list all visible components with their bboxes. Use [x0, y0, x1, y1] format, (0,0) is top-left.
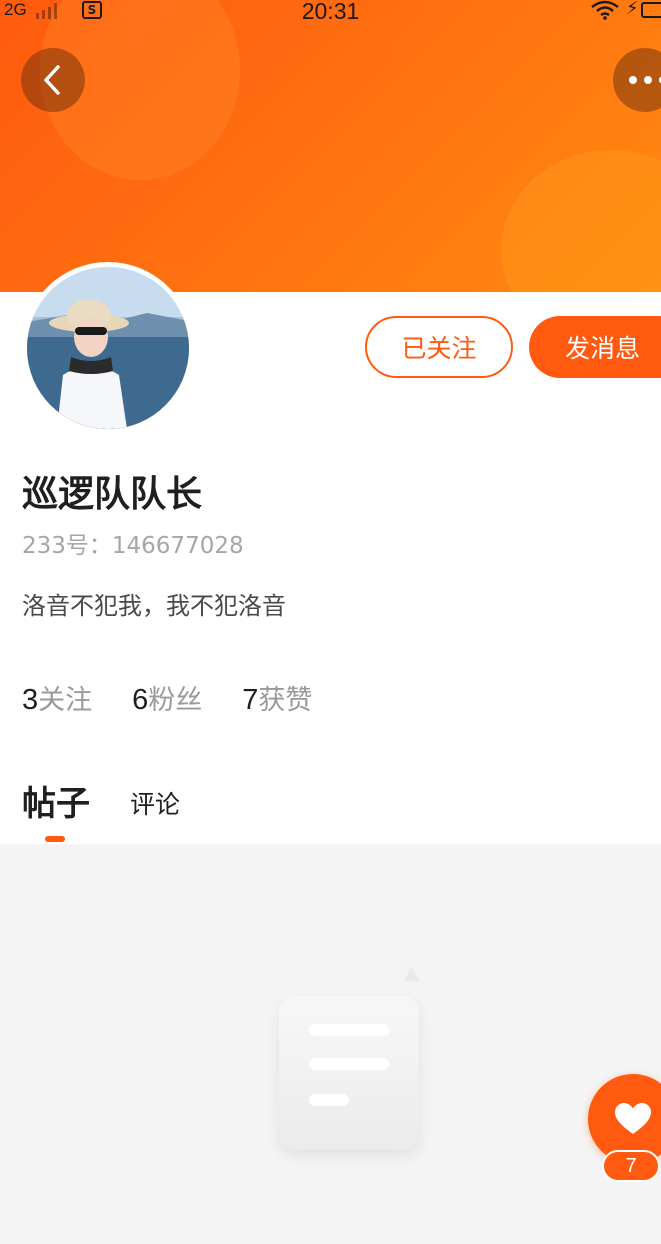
stat-count: 6	[132, 684, 149, 716]
document-icon	[279, 996, 419, 1150]
like-count-badge: 7	[602, 1150, 660, 1182]
stat-label: 关注	[38, 685, 93, 716]
send-message-button[interactable]: 发消息	[529, 316, 661, 378]
sparkle-icon: ▲	[404, 960, 420, 984]
more-horizontal-icon	[629, 76, 661, 84]
profile-tabs: 帖子 评论	[22, 776, 180, 842]
tab-comments[interactable]: 评论	[130, 785, 180, 825]
chevron-left-icon	[44, 65, 60, 95]
stat-fans[interactable]: 6 粉丝	[132, 678, 202, 717]
stat-label: 获赞	[258, 685, 313, 716]
stat-likes[interactable]: 7 获赞	[242, 678, 312, 717]
wifi-icon	[590, 0, 620, 25]
tab-indicator	[45, 836, 65, 842]
back-button[interactable]	[21, 48, 85, 112]
battery-icon	[641, 2, 661, 18]
stat-count: 7	[242, 684, 259, 716]
username: 巡逻队队长	[22, 474, 203, 515]
profile-banner	[0, 0, 661, 292]
user-bio: 洛音不犯我，我不犯洛音	[22, 592, 286, 620]
banner-decoration	[501, 150, 661, 292]
heart-icon	[615, 1103, 651, 1134]
tab-posts[interactable]: 帖子	[22, 776, 90, 842]
user-id: 233号：146677028	[22, 533, 244, 559]
avatar-image	[27, 267, 189, 429]
status-time: 20:31	[301, 0, 360, 24]
status-bar: 2G S 20:31 ⚡	[0, 0, 661, 26]
charging-icon: ⚡	[626, 0, 639, 19]
stat-following[interactable]: 3 关注	[22, 678, 92, 717]
avatar[interactable]	[22, 262, 194, 434]
stat-label: 粉丝	[148, 685, 203, 716]
following-button[interactable]: 已关注	[365, 316, 513, 378]
tab-label: 帖子	[22, 784, 90, 824]
stat-count: 3	[22, 684, 39, 716]
profile-stats: 3 关注 6 粉丝 7 获赞	[22, 678, 312, 717]
